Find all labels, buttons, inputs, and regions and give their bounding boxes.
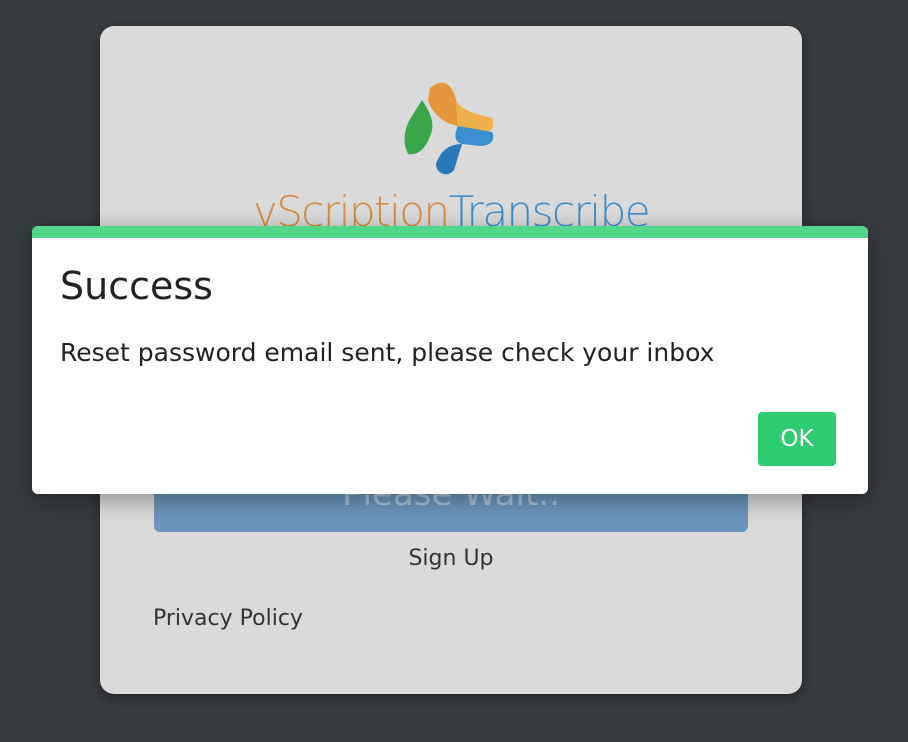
dialog-message: Reset password email sent, please check … — [60, 338, 715, 367]
privacy-policy-link[interactable]: Privacy Policy — [153, 606, 303, 631]
dialog-accent-bar — [32, 226, 868, 238]
dialog-title: Success — [60, 264, 213, 308]
logo-wordmark: vScriptionTranscribe — [100, 188, 802, 228]
signup-link[interactable]: Sign Up — [100, 546, 802, 571]
success-dialog: Success Reset password email sent, pleas… — [32, 226, 868, 494]
logo-text-part1: vScription — [252, 188, 450, 228]
ok-button[interactable]: OK — [758, 412, 836, 466]
logo-text-part2: Transcribe — [448, 188, 651, 228]
vscription-logo-icon — [404, 82, 494, 175]
